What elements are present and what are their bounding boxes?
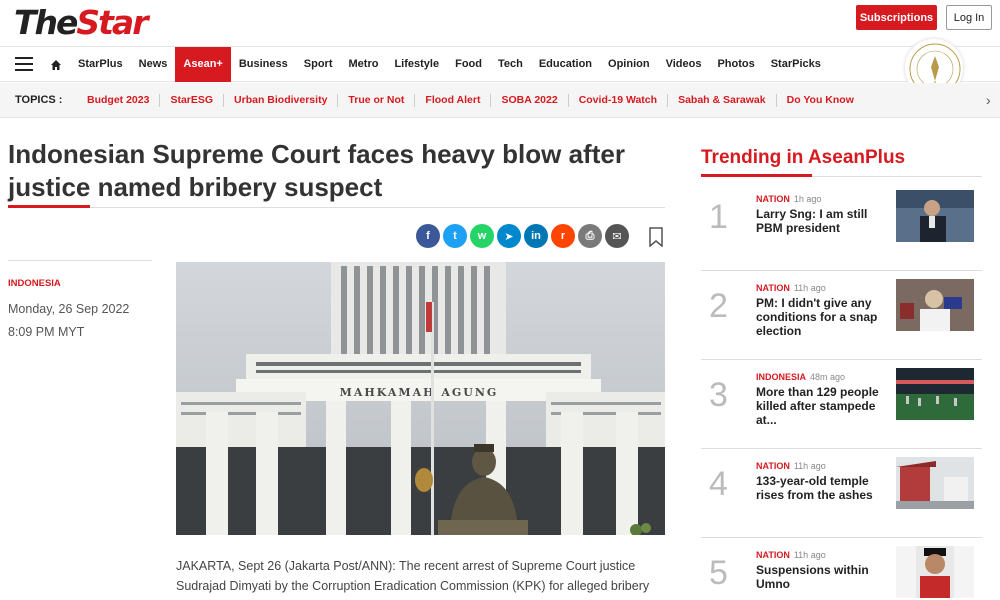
- topic-link[interactable]: SOBA 2022: [491, 94, 569, 107]
- headline-accent: [8, 205, 90, 208]
- trending-category[interactable]: NATION 1h ago: [756, 194, 821, 204]
- topic-link[interactable]: Budget 2023: [77, 94, 161, 107]
- article-time: 8:09 PM MYT: [8, 325, 85, 339]
- trending-category[interactable]: NATION 11h ago: [756, 283, 826, 293]
- print-share-icon[interactable]: ⎙: [578, 224, 602, 248]
- meta-divider: [8, 260, 152, 261]
- share-bar: f t w ➤ in r ⎙ ✉: [416, 224, 629, 248]
- home-icon[interactable]: [50, 59, 62, 71]
- nav-item-opinion[interactable]: Opinion: [600, 47, 658, 82]
- trending-item[interactable]: 3 INDONESIA 48m ago More than 129 people ki…: [701, 360, 982, 449]
- nav-item-news[interactable]: News: [131, 47, 176, 82]
- article-body: JAKARTA, Sept 26 (Jakarta Post/ANN): The…: [176, 559, 650, 593]
- topic-list: Budget 2023 StarESG Urban Biodiversity True…: [77, 83, 864, 118]
- topic-link[interactable]: Do You Know: [777, 94, 864, 107]
- subscriptions-button[interactable]: Subscriptions: [856, 5, 937, 30]
- logo-the: The: [14, 3, 78, 42]
- trending-headline[interactable]: More than 129 people killed after stampe…: [756, 385, 886, 427]
- nav-item-starplus[interactable]: StarPlus: [70, 47, 131, 82]
- nav-item-business[interactable]: Business: [231, 47, 296, 82]
- topics-label: TOPICS :: [15, 94, 63, 106]
- trending-rank: 4: [709, 465, 728, 503]
- topic-link[interactable]: Urban Biodiversity: [224, 94, 339, 107]
- nav-item-metro[interactable]: Metro: [341, 47, 387, 82]
- trending-age: 48m ago: [810, 372, 846, 382]
- trending-category[interactable]: INDONESIA 48m ago: [756, 372, 845, 382]
- nav-item-food[interactable]: Food: [447, 47, 490, 82]
- trending-age: 1h ago: [793, 194, 822, 204]
- article-category[interactable]: INDONESIA: [8, 278, 61, 289]
- topic-link[interactable]: StarESG: [160, 94, 225, 107]
- nav-item-education[interactable]: Education: [531, 47, 600, 82]
- article-photo: MAHKAMAH AGUNG: [176, 262, 665, 535]
- nav-item-tech[interactable]: Tech: [490, 47, 531, 82]
- trending-thumbnail[interactable]: [896, 368, 974, 420]
- trending-accent: [701, 174, 812, 177]
- trending-divider: [812, 176, 982, 177]
- trending-thumbnail[interactable]: [896, 279, 974, 331]
- trending-category[interactable]: NATION 11h ago: [756, 461, 826, 471]
- article-headline: Indonesian Supreme Court faces heavy blo…: [8, 139, 625, 202]
- trending-item[interactable]: 2 NATION 11h ago PM: I didn't give any cond…: [701, 271, 982, 360]
- nav-items: StarPlus News Asean+ Business Sport Metro Life…: [70, 47, 829, 82]
- trending-item[interactable]: 1 NATION 1h ago Larry Sng: I am still PBM p…: [701, 182, 982, 271]
- logo-star: Star: [76, 3, 148, 42]
- main-nav: StarPlus News Asean+ Business Sport Metro Life…: [0, 47, 1000, 82]
- trending-title: Trending in AseanPlus: [701, 147, 906, 168]
- trending-thumbnail[interactable]: [896, 546, 974, 598]
- email-share-icon[interactable]: ✉: [605, 224, 629, 248]
- trending-rank: 5: [709, 554, 728, 592]
- trending-item[interactable]: 4 NATION 11h ago 133-year-old temple rises …: [701, 449, 982, 538]
- thestar-logo[interactable]: TheStar: [14, 3, 148, 43]
- linkedin-share-icon[interactable]: in: [524, 224, 548, 248]
- nav-item-sport[interactable]: Sport: [296, 47, 341, 82]
- topics-bar: TOPICS : Budget 2023 StarESG Urban Biodive…: [0, 83, 1000, 118]
- trending-age: 11h ago: [793, 283, 826, 293]
- trending-age: 11h ago: [793, 461, 826, 471]
- trending-headline[interactable]: Larry Sng: I am still PBM president: [756, 207, 886, 235]
- headline-divider: [90, 207, 665, 208]
- trending-rank: 3: [709, 376, 728, 414]
- trending-rank: 1: [709, 198, 728, 236]
- trending-item[interactable]: 5 NATION 11h ago Suspensions within Umno: [701, 538, 982, 600]
- topic-link[interactable]: True or Not: [338, 94, 416, 107]
- nav-item-photos[interactable]: Photos: [709, 47, 762, 82]
- trending-headline[interactable]: Suspensions within Umno: [756, 563, 886, 591]
- top-bar: TheStar Subscriptions Log In: [0, 0, 1000, 47]
- bookmark-icon[interactable]: [648, 227, 664, 247]
- nav-item-lifestyle[interactable]: Lifestyle: [386, 47, 447, 82]
- topic-link[interactable]: Sabah & Sarawak: [668, 94, 777, 107]
- trending-rank: 2: [709, 287, 728, 325]
- telegram-share-icon[interactable]: ➤: [497, 224, 521, 248]
- article-date: Monday, 26 Sep 2022: [8, 302, 130, 316]
- topic-link[interactable]: Flood Alert: [415, 94, 492, 107]
- topic-link[interactable]: Covid-19 Watch: [569, 94, 669, 107]
- trending-headline[interactable]: 133-year-old temple rises from the ashes: [756, 474, 886, 502]
- whatsapp-share-icon[interactable]: w: [470, 224, 494, 248]
- trending-age: 11h ago: [793, 550, 826, 560]
- menu-icon[interactable]: [15, 57, 33, 71]
- trending-headline[interactable]: PM: I didn't give any conditions for a s…: [756, 296, 886, 338]
- chevron-right-icon[interactable]: ›: [986, 93, 991, 107]
- trending-thumbnail[interactable]: [896, 457, 974, 509]
- trending-category[interactable]: NATION 11h ago: [756, 550, 826, 560]
- facebook-share-icon[interactable]: f: [416, 224, 440, 248]
- nav-item-videos[interactable]: Videos: [658, 47, 710, 82]
- nav-item-asean-[interactable]: Asean+: [175, 47, 231, 82]
- reddit-share-icon[interactable]: r: [551, 224, 575, 248]
- login-button[interactable]: Log In: [946, 5, 992, 30]
- nav-item-starpicks[interactable]: StarPicks: [763, 47, 829, 82]
- twitter-share-icon[interactable]: t: [443, 224, 467, 248]
- building-sign: MAHKAMAH AGUNG: [340, 386, 499, 399]
- trending-thumbnail[interactable]: [896, 190, 974, 242]
